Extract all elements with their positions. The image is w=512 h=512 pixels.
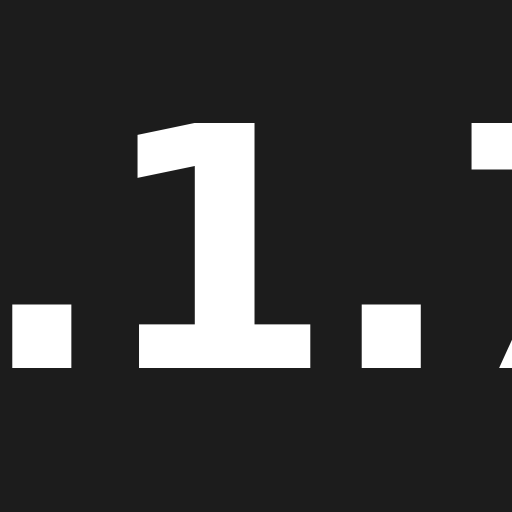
- version-number: .1.7: [0, 57, 512, 448]
- version-display: .1.7: [0, 0, 512, 512]
